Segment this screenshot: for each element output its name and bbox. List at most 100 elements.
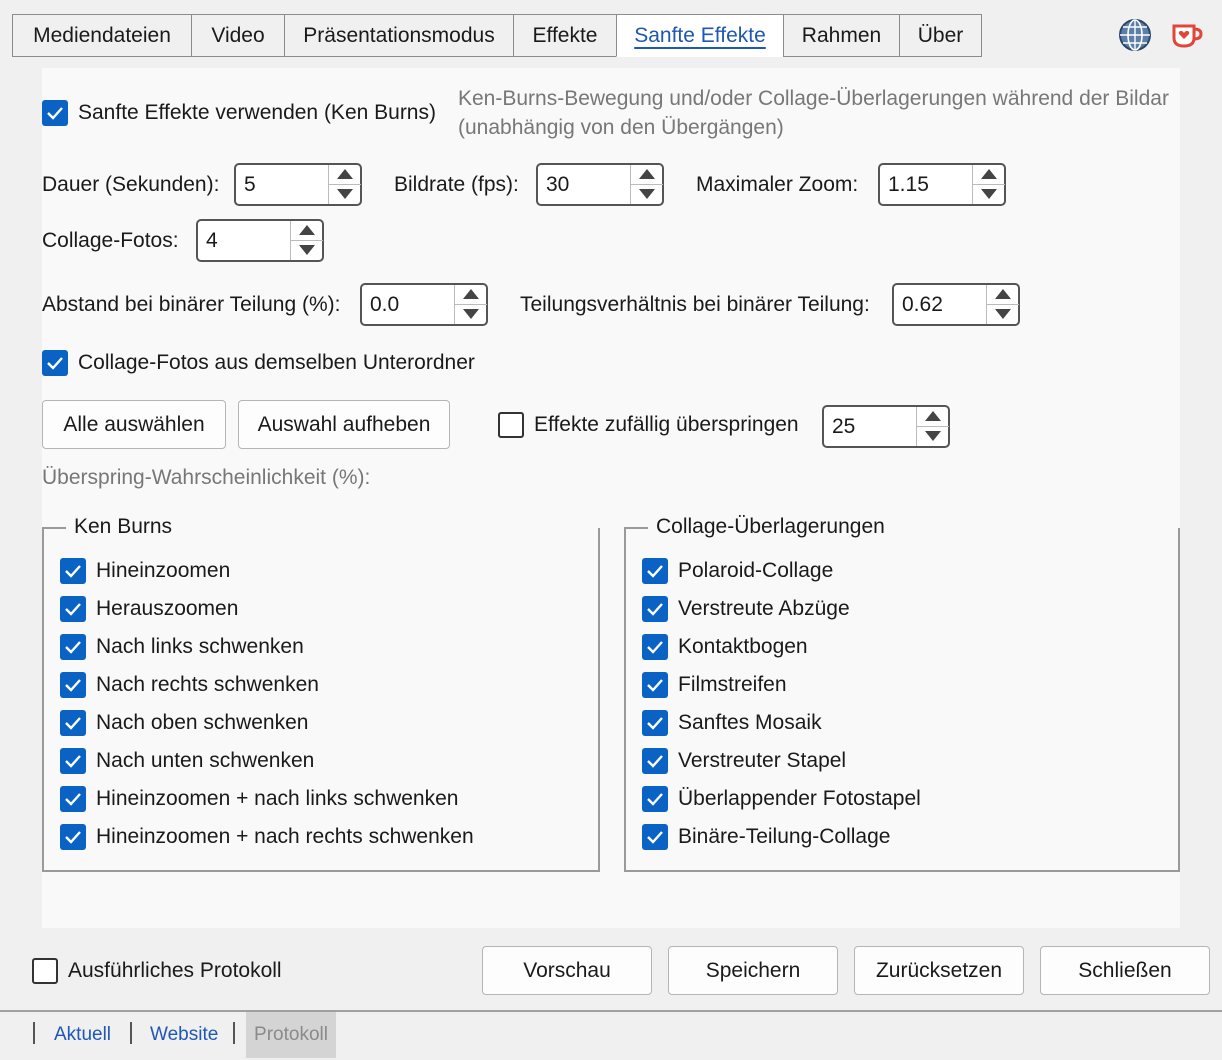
description-line2: (unabhängig von den Übergängen) (458, 116, 784, 139)
same-folder-label: Collage-Fotos aus demselben Unterordner (78, 351, 475, 374)
collage-photos-label: Collage-Fotos: (42, 229, 179, 252)
ken-burns-item-checkbox[interactable] (60, 824, 86, 850)
use-soft-effects-label: Sanfte Effekte verwenden (Ken Burns) (78, 101, 436, 124)
tab-rahmen[interactable]: Rahmen (783, 14, 900, 57)
tab-effekte[interactable]: Effekte (513, 14, 617, 57)
tab-sanfte-effekte[interactable]: Sanfte Effekte (616, 14, 784, 57)
skip-random-label: Effekte zufällig überspringen (534, 413, 799, 436)
collage-item-checkbox[interactable] (642, 786, 668, 812)
checkmark-icon (647, 831, 663, 844)
footer-link-website[interactable]: Website (150, 1024, 218, 1046)
collage-item-checkbox[interactable] (642, 596, 668, 622)
coffee-heart-icon[interactable] (1170, 20, 1204, 50)
ken-burns-item-checkbox[interactable] (60, 710, 86, 736)
collage-title: Collage-Überlagerungen (656, 515, 885, 538)
description-line1: Ken-Burns-Bewegung und/oder Collage-Über… (458, 87, 1169, 110)
tab-label: Effekte (532, 23, 598, 47)
group-border (624, 527, 648, 529)
skip-random-checkbox[interactable] (498, 412, 524, 438)
collage-photos-spinbox[interactable]: 4 (196, 219, 324, 262)
group-border (42, 527, 66, 529)
ken-burns-item-label: Nach links schwenken (96, 635, 304, 658)
footer-tab-log[interactable]: Protokoll (246, 1012, 336, 1058)
ken-burns-item-label: Herauszoomen (96, 597, 239, 620)
collage-item-label: Verstreuter Stapel (678, 749, 847, 772)
collage-item-label: Polaroid-Collage (678, 559, 834, 582)
duration-spinbox[interactable]: 5 (234, 163, 362, 206)
tab-video[interactable]: Video (191, 14, 285, 57)
framerate-spinbox[interactable]: 30 (536, 163, 664, 206)
collage-item-label: Filmstreifen (678, 673, 787, 696)
spin-value: 4 (206, 229, 218, 252)
use-soft-effects-checkbox[interactable] (42, 100, 68, 126)
spin-value: 5 (244, 173, 256, 196)
binary-gap-label: Abstand bei binärer Teilung (%): (42, 293, 341, 316)
collage-item-checkbox[interactable] (642, 672, 668, 698)
ken-burns-item-checkbox[interactable] (60, 672, 86, 698)
save-button[interactable]: Speichern (668, 946, 838, 995)
tab-label: Video (211, 23, 265, 47)
ken-burns-item-label: Hineinzoomen (96, 559, 231, 582)
duration-label: Dauer (Sekunden): (42, 173, 220, 196)
checkmark-icon (647, 565, 663, 578)
collage-item-checkbox[interactable] (642, 558, 668, 584)
collage-item-checkbox[interactable] (642, 634, 668, 660)
spin-down-button[interactable] (987, 305, 1019, 325)
ken-burns-item-checkbox[interactable] (60, 558, 86, 584)
spin-value: 0.62 (902, 293, 943, 316)
checkmark-icon (65, 717, 81, 730)
globe-icon[interactable] (1118, 18, 1152, 52)
spin-down-button[interactable] (329, 185, 361, 205)
spin-up-button[interactable] (973, 165, 1005, 185)
preview-button[interactable]: Vorschau (482, 946, 652, 995)
deselect-all-button[interactable]: Auswahl aufheben (238, 400, 450, 449)
spin-up-button[interactable] (631, 165, 663, 185)
ken-burns-item-checkbox[interactable] (60, 596, 86, 622)
spin-down-button[interactable] (973, 185, 1005, 205)
max-zoom-spinbox[interactable]: 1.15 (878, 163, 1006, 206)
collage-item-checkbox[interactable] (642, 748, 668, 774)
checkmark-icon (647, 679, 663, 692)
spin-value: 25 (832, 415, 856, 438)
checkmark-icon (65, 755, 81, 768)
ken-burns-item-checkbox[interactable] (60, 786, 86, 812)
checkmark-icon (647, 755, 663, 768)
tab-label: Mediendateien (33, 23, 171, 47)
tab-ueber[interactable]: Über (899, 14, 982, 57)
tab-praesentationsmodus[interactable]: Präsentationsmodus (284, 14, 514, 57)
spin-up-button[interactable] (329, 165, 361, 185)
checkmark-icon (647, 641, 663, 654)
checkmark-icon (647, 793, 663, 806)
spin-up-button[interactable] (291, 221, 323, 241)
verbose-log-checkbox[interactable] (32, 958, 58, 984)
tab-label: Über (917, 23, 964, 47)
max-zoom-label: Maximaler Zoom: (696, 173, 859, 196)
checkmark-icon (65, 603, 81, 616)
same-folder-checkbox[interactable] (42, 350, 68, 376)
spin-up-button[interactable] (917, 407, 949, 427)
spin-down-button[interactable] (291, 241, 323, 261)
skip-probability-spinbox[interactable]: 25 (822, 405, 950, 448)
collage-item-label: Verstreute Abzüge (678, 597, 850, 620)
checkmark-icon (65, 565, 81, 578)
binary-ratio-spinbox[interactable]: 0.62 (892, 283, 1020, 326)
spin-down-button[interactable] (917, 427, 949, 447)
tab-label: Präsentationsmodus (303, 23, 495, 47)
close-button[interactable]: Schließen (1040, 946, 1210, 995)
select-all-button[interactable]: Alle auswählen (42, 400, 226, 449)
spin-up-button[interactable] (455, 285, 487, 305)
footer-separator (0, 1010, 1222, 1012)
footer-link-current[interactable]: Aktuell (54, 1024, 111, 1046)
binary-gap-spinbox[interactable]: 0.0 (360, 283, 488, 326)
spin-down-button[interactable] (455, 305, 487, 325)
ken-burns-item-label: Hineinzoomen + nach links schwenken (96, 787, 459, 810)
checkmark-icon (65, 641, 81, 654)
collage-item-checkbox[interactable] (642, 710, 668, 736)
spin-down-button[interactable] (631, 185, 663, 205)
ken-burns-item-checkbox[interactable] (60, 748, 86, 774)
spin-up-button[interactable] (987, 285, 1019, 305)
collage-item-checkbox[interactable] (642, 824, 668, 850)
ken-burns-item-checkbox[interactable] (60, 634, 86, 660)
tab-mediendateien[interactable]: Mediendateien (12, 14, 192, 57)
reset-button[interactable]: Zurücksetzen (854, 946, 1024, 995)
